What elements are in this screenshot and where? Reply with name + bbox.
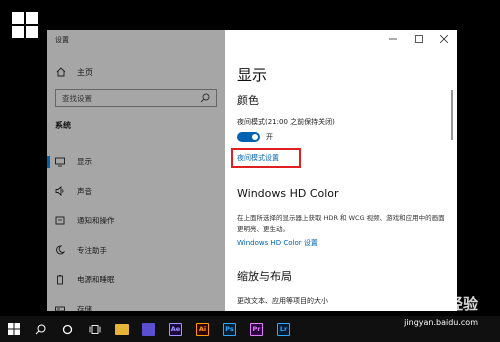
- taskbar-app-explorer[interactable]: [108, 316, 135, 342]
- search-icon: [200, 93, 210, 103]
- hd-color-settings-link[interactable]: Windows HD Color 设置: [237, 238, 318, 248]
- night-light-label: 夜间模式(21:00 之前保持关闭): [237, 118, 335, 126]
- sidebar-item-power[interactable]: 电源和睡眠: [47, 265, 225, 295]
- cortana-button[interactable]: [54, 316, 81, 342]
- night-light-toggle-row: 开: [237, 132, 273, 142]
- search-button[interactable]: [27, 316, 54, 342]
- sidebar-item-notifications[interactable]: 通知和操作: [47, 206, 225, 236]
- speaker-icon: [55, 186, 65, 197]
- maximize-button[interactable]: [414, 34, 424, 44]
- close-icon: [440, 35, 448, 43]
- sidebar-nav-list: 显示 声音 通知和操作 专注助手 电源和睡眠 存储: [47, 147, 225, 311]
- hd-color-heading: Windows HD Color: [237, 187, 339, 200]
- maximize-icon: [415, 35, 423, 43]
- after-effects-icon: Ae: [169, 322, 182, 336]
- sidebar-item-display[interactable]: 显示: [47, 147, 225, 177]
- file-explorer-icon: [114, 323, 129, 335]
- settings-sidebar: 设置 主页 查找设置 系统 显示 声音 通知和操作 专注助手 电源和睡眠 存储: [47, 30, 225, 311]
- toggle-state-label: 开: [266, 133, 273, 141]
- content-pane: 显示 颜色 夜间模式(21:00 之前保持关闭) 开 夜间模式设置 Window…: [225, 30, 457, 311]
- start-button[interactable]: [0, 316, 27, 342]
- sidebar-item-label: 存储: [77, 304, 92, 311]
- taskbar-app-pr[interactable]: Pr: [243, 316, 270, 342]
- taskbar-app-ps[interactable]: Ps: [216, 316, 243, 342]
- task-view-button[interactable]: [81, 316, 108, 342]
- monitor-icon: [55, 157, 65, 167]
- sidebar-item-sound[interactable]: 声音: [47, 177, 225, 207]
- illustrator-icon: Ai: [196, 322, 209, 336]
- home-nav-item[interactable]: 主页: [55, 66, 93, 78]
- taskbar-app-ae[interactable]: Ae: [162, 316, 189, 342]
- scale-layout-heading: 缩放与布局: [237, 270, 292, 283]
- section-label-system: 系统: [55, 121, 71, 130]
- taskbar-app-ai[interactable]: Ai: [189, 316, 216, 342]
- home-label: 主页: [77, 67, 93, 77]
- sidebar-item-label: 电源和睡眠: [77, 275, 115, 285]
- window-title: 设置: [55, 36, 69, 44]
- watermark-url: jingyan.baidu.com: [404, 318, 478, 327]
- minimize-button[interactable]: [388, 34, 398, 44]
- power-icon: [55, 274, 65, 285]
- sidebar-item-focus-assist[interactable]: 专注助手: [47, 236, 225, 266]
- home-icon: [55, 66, 67, 78]
- night-light-toggle[interactable]: [237, 132, 260, 142]
- lightroom-icon: Lr: [277, 322, 290, 336]
- sidebar-item-label: 专注助手: [77, 245, 107, 255]
- sidebar-item-label: 显示: [77, 157, 92, 167]
- cortana-icon: [62, 324, 73, 334]
- search-input[interactable]: 查找设置: [55, 89, 217, 107]
- taskbar-app-lr[interactable]: Lr: [270, 316, 297, 342]
- close-button[interactable]: [439, 34, 449, 44]
- taskbar-search-icon: [35, 324, 46, 334]
- night-light-settings-link[interactable]: 夜间模式设置: [237, 153, 279, 163]
- scale-description: 更改文本、应用等项目的大小: [237, 297, 328, 305]
- premiere-icon: Pr: [250, 322, 263, 336]
- minimize-icon: [389, 38, 397, 40]
- sidebar-item-label: 声音: [77, 186, 92, 196]
- moon-icon: [55, 245, 65, 255]
- hd-color-description: 在上面所选择的显示器上获取 HDR 和 WCG 视频、游戏和应用中的画面更明亮、…: [237, 214, 445, 233]
- task-view-icon: [89, 324, 100, 334]
- page-title: 显示: [237, 66, 268, 84]
- search-placeholder: 查找设置: [62, 93, 92, 103]
- settings-window: 设置 主页 查找设置 系统 显示 声音 通知和操作 专注助手 电源和睡眠 存储 …: [47, 30, 457, 311]
- watermark-logo: Bai 经验: [416, 295, 478, 313]
- sidebar-item-label: 通知和操作: [77, 216, 115, 226]
- scrollbar[interactable]: [451, 90, 453, 140]
- notification-icon: [55, 216, 65, 226]
- taskbar-app-media[interactable]: [135, 316, 162, 342]
- windows-start-icon: [7, 323, 20, 335]
- storage-icon: [55, 304, 65, 311]
- media-app-icon: [142, 322, 155, 336]
- color-section-heading: 颜色: [237, 94, 259, 107]
- windows-logo-icon: [12, 12, 38, 38]
- photoshop-icon: Ps: [223, 322, 236, 336]
- sidebar-item-storage[interactable]: 存储: [47, 295, 225, 311]
